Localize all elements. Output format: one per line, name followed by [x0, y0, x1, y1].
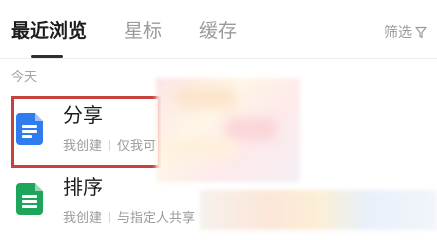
doc-icon — [16, 113, 43, 145]
filter-funnel-icon — [415, 26, 427, 38]
filter-button[interactable]: 筛选 — [384, 22, 427, 42]
tab-starred[interactable]: 星标 — [124, 18, 162, 44]
file-title: 排序 — [63, 175, 103, 199]
tab-divider — [0, 58, 437, 59]
file-permission: 与指定人共享 — [117, 211, 196, 226]
tab-cached[interactable]: 缓存 — [199, 18, 237, 44]
tab-recent[interactable]: 最近浏览 — [11, 18, 87, 44]
tab-bar: 最近浏览 星标 缓存 筛选 — [0, 0, 437, 60]
meta-separator — [109, 140, 111, 151]
section-today: 今天 — [11, 70, 38, 85]
file-meta: 我创建 与指定人共享 — [63, 207, 195, 226]
file-owner: 我创建 — [63, 211, 103, 226]
sheet-icon — [16, 183, 43, 215]
blurred-region — [200, 190, 437, 230]
file-meta: 我创建 仅我可 — [63, 135, 156, 154]
meta-separator — [109, 212, 111, 223]
file-permission: 仅我可 — [117, 139, 157, 154]
blurred-region — [156, 78, 300, 182]
file-owner: 我创建 — [63, 139, 103, 154]
file-title: 分享 — [63, 103, 103, 127]
filter-label: 筛选 — [384, 25, 412, 41]
